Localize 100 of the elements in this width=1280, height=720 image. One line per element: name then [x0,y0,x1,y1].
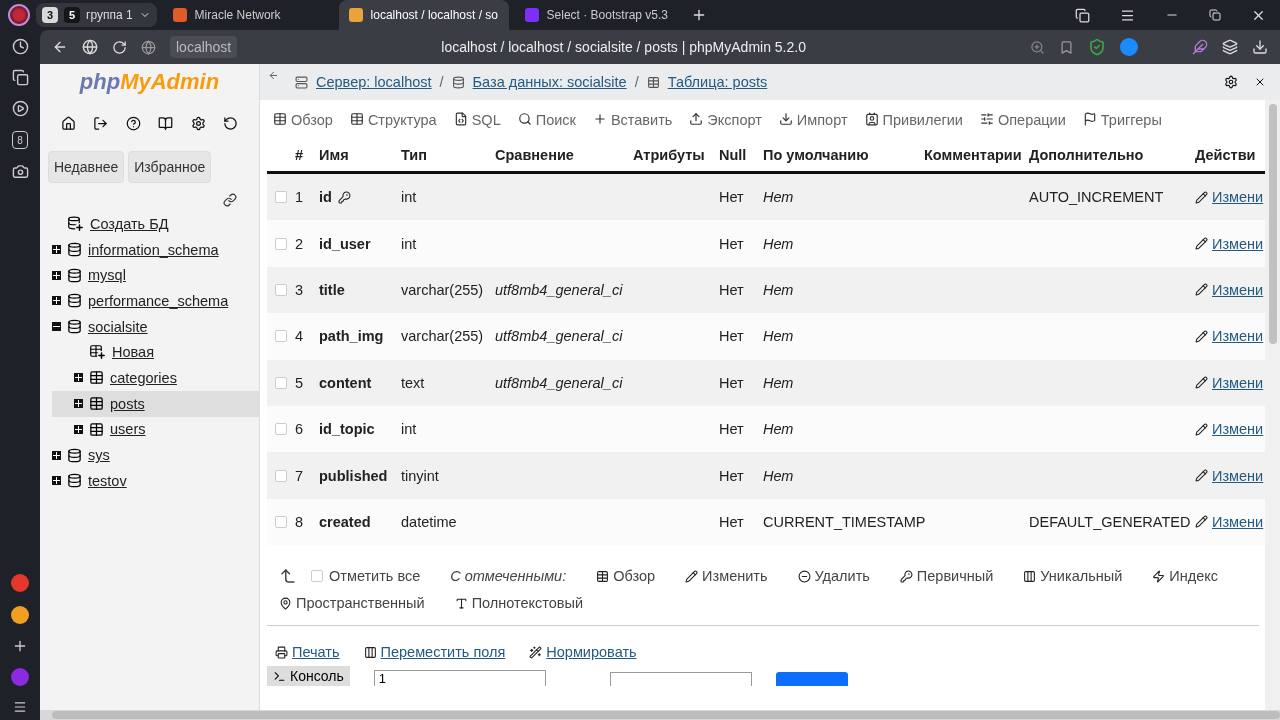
extension-icon[interactable] [1120,38,1138,56]
bulk-action[interactable]: Полнотекстовый [471,595,584,612]
row-checkbox[interactable] [275,376,287,389]
row-checkbox[interactable] [275,515,287,528]
logo[interactable]: phpMyAdmin [40,64,259,100]
row-checkbox[interactable] [275,237,287,250]
tab[interactable]: Импорт [796,112,848,128]
tabs-icon[interactable] [1075,7,1090,23]
expand-icon[interactable] [52,476,61,486]
tab[interactable]: Поиск [535,112,576,128]
bulk-action[interactable]: Удалить [814,568,870,585]
expand-icon[interactable] [52,450,61,460]
tab[interactable]: Триггеры [1100,112,1162,128]
profile-avatar[interactable] [8,4,30,26]
more-icon[interactable] [13,700,27,714]
tab[interactable]: SQL [471,112,501,128]
nav-button[interactable]: Недавнее [48,151,125,183]
reload-icon[interactable] [112,39,127,55]
row-checkbox[interactable] [275,469,287,482]
settings-icon[interactable] [190,116,206,131]
bulk-action[interactable]: Уникальный [1040,568,1123,585]
tree-item[interactable]: Создать БД [90,215,169,232]
expand-icon[interactable] [52,270,61,280]
change-link[interactable]: Измени [1212,189,1264,206]
checkbox-label[interactable]: Отметить все [329,568,421,585]
browser-tab[interactable]: Miracle Network [162,0,333,30]
app-icon[interactable] [11,574,29,592]
change-link[interactable]: Измени [1212,421,1264,438]
change-link[interactable]: Измени [1212,235,1264,252]
tab[interactable]: Обзор [291,112,333,128]
zoom-icon[interactable] [1030,39,1045,55]
tab[interactable]: Экспорт [707,112,762,128]
console-button[interactable]: Консоль [267,666,350,687]
pages-icon[interactable] [11,69,29,86]
tree-item[interactable]: categories [110,369,177,386]
download-icon[interactable] [1252,39,1268,55]
bulk-action[interactable]: Первичный [916,568,994,585]
change-link[interactable]: Измени [1212,281,1264,298]
bookmark-icon[interactable] [1059,39,1074,55]
row-checkbox[interactable] [275,191,287,204]
breadcrumb-link[interactable]: База данных: socialsite [472,74,627,90]
logout-icon[interactable] [93,116,109,131]
shield-icon[interactable] [1088,38,1106,56]
tree-item[interactable]: sys [88,447,110,464]
scrollbar-thumb[interactable] [1268,104,1277,344]
link-icon[interactable] [223,193,237,207]
tree-item[interactable]: socialsite [88,318,148,335]
tab[interactable]: Операции [997,112,1066,128]
help-icon[interactable] [125,116,141,131]
collapse-icon[interactable] [52,322,61,332]
expand-icon[interactable] [74,399,83,409]
browser-tab[interactable]: localhost / localhost / so [338,0,509,30]
breadcrumb-link[interactable]: Таблица: posts [667,74,768,90]
row-checkbox[interactable] [275,283,287,296]
menu-icon[interactable] [1120,7,1135,23]
scrollbar-thumb[interactable] [52,711,1280,719]
address-field[interactable]: localhost [170,36,238,58]
input-field[interactable]: 1 [373,670,546,687]
reload-icon[interactable] [223,116,239,131]
plus-icon[interactable] [12,638,28,654]
tree-item[interactable]: performance_schema [88,292,229,309]
change-link[interactable]: Измени [1212,374,1264,391]
app-icon[interactable] [11,606,29,624]
restore-icon[interactable] [1209,9,1221,21]
tree-item[interactable]: posts [110,395,145,412]
rail-badge[interactable]: 8 [12,131,28,149]
select-field[interactable] [609,672,752,687]
change-link[interactable]: Измени [1212,513,1264,530]
close-icon[interactable] [1254,76,1266,88]
expand-icon[interactable] [52,296,61,306]
breadcrumb-link[interactable]: Сервер: localhost [316,74,432,90]
tree-item[interactable]: information_schema [88,241,219,258]
play-icon[interactable] [11,100,29,117]
nav-button[interactable]: Избранное [128,151,212,183]
tree-item[interactable]: testov [88,472,127,489]
tree-item[interactable]: Новая [112,344,154,361]
feather-icon[interactable] [1192,39,1208,55]
expand-icon[interactable] [74,373,83,383]
row-checkbox[interactable] [275,423,287,436]
extensions-icon[interactable] [1222,39,1238,55]
bulk-action[interactable]: Пространственный [296,595,425,612]
settings-icon[interactable] [1224,75,1238,89]
bulk-action[interactable]: Изменить [702,568,768,585]
go-button[interactable] [775,672,848,687]
expand-icon[interactable] [74,424,83,434]
page-link[interactable]: Нормировать [546,644,637,661]
tab[interactable]: Вставить [610,112,673,128]
page-link[interactable]: Печать [292,644,340,661]
book-icon[interactable] [158,116,174,131]
home-icon[interactable] [60,116,76,131]
browser-tab[interactable]: Select · Bootstrap v5.3 [514,0,685,30]
checkbox[interactable] [311,570,323,583]
tree-item[interactable]: users [110,421,146,438]
tab-group[interactable]: 3 5 группа 1 [36,3,157,27]
expand-icon[interactable] [52,245,61,255]
bulk-action[interactable]: Обзор [613,568,656,585]
bulk-action[interactable]: Индекс [1169,568,1218,585]
change-link[interactable]: Измени [1212,467,1264,484]
history-icon[interactable] [11,38,29,55]
tab[interactable]: Привилегии [882,112,963,128]
